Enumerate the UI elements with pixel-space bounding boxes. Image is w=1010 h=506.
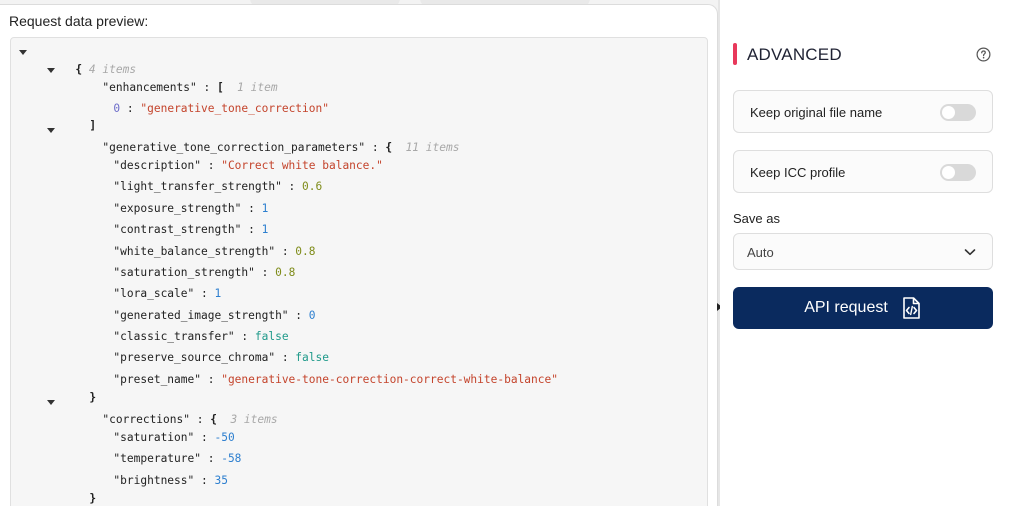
toggle-knob [942, 106, 955, 119]
json-line: "saturation" : -50 [113, 431, 235, 444]
api-request-button[interactable]: API request [733, 287, 993, 329]
json-line: "url" : [45, 493, 133, 506]
json-line: "white_balance_strength" : 0.8 [113, 245, 316, 258]
json-line: 0 : "generative_tone_correction" [113, 102, 329, 115]
json-line: "corrections" : { 3 items [102, 413, 278, 426]
save-as-select[interactable]: Auto [733, 233, 993, 270]
collapse-caret-icon[interactable] [47, 400, 55, 405]
json-line: ] [89, 119, 97, 132]
json-line: "saturation_strength" : 0.8 [113, 266, 296, 279]
advanced-section-title: ADVANCED [747, 45, 842, 64]
save-as-value: Auto [747, 245, 774, 260]
keep-icc-profile-label: Keep ICC profile [750, 165, 846, 180]
request-preview-panel: Request data preview: { 4 items "enhance… [0, 4, 718, 506]
json-line: "exposure_strength" : 1 [113, 202, 269, 215]
json-line: "generative_tone_correction_parameters" … [102, 141, 460, 154]
keep-file-name-option: Keep original file name [733, 90, 993, 133]
json-line: "temperature" : -58 [113, 452, 242, 465]
json-line: "lora_scale" : 1 [113, 287, 222, 300]
collapse-caret-icon[interactable] [19, 50, 27, 55]
advanced-sidebar: ADVANCED Keep original file name Keep IC… [720, 0, 1010, 506]
toggle-knob [942, 166, 955, 179]
keep-file-name-label: Keep original file name [750, 105, 883, 120]
json-line: "enhancements" : [ 1 item [102, 81, 278, 94]
keep-icc-profile-option: Keep ICC profile [733, 150, 993, 193]
keep-icc-profile-toggle[interactable] [940, 164, 976, 181]
json-line: "preset_name" : "generative-tone-correct… [113, 373, 558, 386]
collapse-caret-icon[interactable] [47, 128, 55, 133]
section-accent-bar [733, 43, 737, 65]
json-line: } [89, 492, 97, 505]
json-viewer: { 4 items "enhancements" : [ 1 item 0 : … [10, 37, 708, 506]
chevron-down-icon [964, 249, 976, 256]
json-line: "contrast_strength" : 1 [113, 223, 269, 236]
json-line: "generated_image_strength" : 0 [113, 309, 316, 322]
json-line: "preserve_source_chroma" : false [113, 351, 329, 364]
preview-title: Request data preview: [9, 13, 149, 29]
json-line: { 4 items [75, 63, 137, 76]
keep-file-name-toggle[interactable] [940, 104, 976, 121]
json-line: "brightness" : 35 [113, 474, 228, 487]
json-line: "description" : "Correct white balance." [113, 159, 383, 172]
save-as-label: Save as [733, 211, 780, 226]
collapse-caret-icon[interactable] [47, 68, 55, 73]
question-circle-icon[interactable] [976, 47, 991, 62]
json-line: } [89, 391, 97, 404]
api-request-label: API request [804, 299, 888, 316]
code-file-icon [902, 297, 920, 319]
json-line: "classic_transfer" : false [113, 330, 289, 343]
json-line: "light_transfer_strength" : 0.6 [113, 180, 323, 193]
